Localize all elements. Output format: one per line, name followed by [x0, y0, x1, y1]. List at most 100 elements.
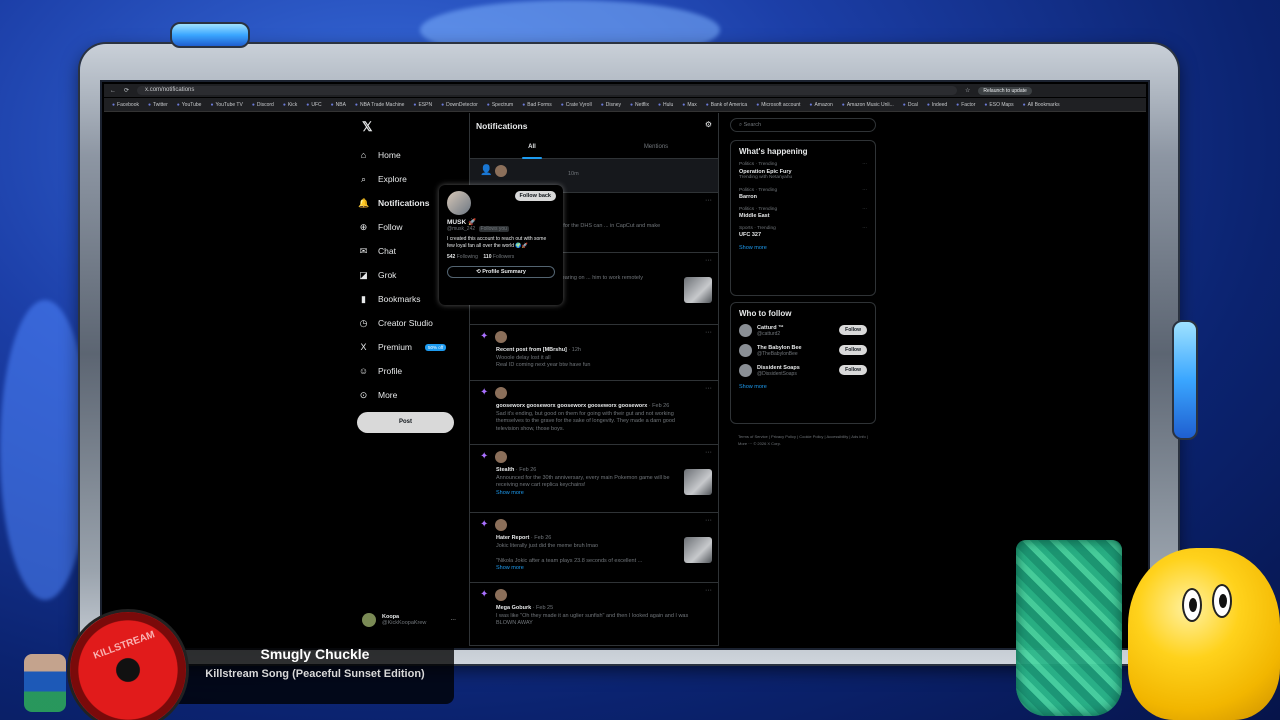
show-more-link[interactable]: Show more [739, 384, 867, 390]
reload-icon[interactable]: ⟳ [124, 87, 129, 94]
x-logo-icon[interactable]: 𝕏 [362, 119, 372, 135]
bookmark-item[interactable]: Facebook [112, 102, 139, 108]
more-icon[interactable]: ··· [705, 587, 712, 594]
more-icon[interactable]: ··· [862, 162, 867, 169]
bookmark-item[interactable]: Amazon [809, 102, 832, 108]
notification-item[interactable]: ✦ ··· gooseworx gooseworx gooseworx goosew… [470, 381, 718, 445]
sidebar-item-creator-studio[interactable]: ◷ Creator Studio [358, 311, 478, 335]
suggestion-name[interactable]: The Babylon Bee [757, 345, 802, 351]
notification-item[interactable]: ✦ ··· Stealth · Feb 26 Announced for the 30… [470, 445, 718, 513]
bookmark-item[interactable]: Kick [283, 102, 297, 108]
media-thumbnail[interactable] [684, 469, 712, 495]
show-more-link[interactable]: Show more [496, 565, 696, 573]
follow-suggestion[interactable]: Catturd ™ @catturd2 Follow [739, 324, 867, 337]
bookmark-item[interactable]: Disney [601, 102, 621, 108]
notification-author[interactable]: Stealth [496, 467, 514, 473]
avatar[interactable] [739, 344, 752, 357]
follow-button[interactable]: Follow [839, 345, 867, 355]
bookmark-item[interactable]: Spectrum [487, 102, 513, 108]
bookmark-item[interactable]: Crate Vyroll [561, 102, 592, 108]
trend-item[interactable]: Sports · Trending UFC 327 ··· [739, 226, 867, 239]
bookmark-item[interactable]: UFC [306, 102, 321, 108]
footer-links[interactable]: Terms of Service | Privacy Policy | Cook… [738, 433, 878, 447]
follow-suggestion[interactable]: The Babylon Bee @TheBabylonBee Follow [739, 344, 867, 357]
notification-item[interactable]: ✦ ··· Mega Goburk · Feb 25 I was like "Oh t… [470, 583, 718, 646]
bookmark-item[interactable]: Netflix [630, 102, 649, 108]
more-icon[interactable]: ··· [705, 257, 712, 264]
notification-author[interactable]: Mega Goburk [496, 605, 531, 611]
notification-author[interactable]: gooseworx gooseworx gooseworx gooseworx … [496, 403, 647, 409]
bookmark-item[interactable]: Bank of America [706, 102, 747, 108]
bookmark-item[interactable]: YouTube TV [210, 102, 242, 108]
follow-back-button[interactable]: Follow back [514, 191, 556, 201]
bookmark-item[interactable]: ESO Maps [984, 102, 1013, 108]
avatar[interactable] [739, 364, 752, 377]
follow-button[interactable]: Follow [839, 365, 867, 375]
bookmark-item[interactable]: DownDetector [441, 102, 478, 108]
more-icon[interactable]: ··· [705, 197, 712, 204]
avatar[interactable] [447, 191, 471, 215]
suggestion-name[interactable]: Catturd ™ [757, 325, 784, 331]
notification-author[interactable]: Hater Report [496, 535, 529, 541]
sidebar-item-profile[interactable]: ☺ Profile [358, 359, 478, 383]
notification-author[interactable]: Recent post from [MBrshu] [496, 347, 567, 353]
avatar[interactable] [739, 324, 752, 337]
show-more-link[interactable]: Show more [739, 245, 867, 251]
bookmark-item[interactable]: Twitter [148, 102, 168, 108]
post-button[interactable]: Post [357, 412, 454, 433]
more-icon[interactable]: ··· [862, 207, 867, 214]
tab-mentions[interactable]: Mentions [594, 139, 718, 158]
suggestion-name[interactable]: Dissident Soaps [757, 365, 800, 371]
follow-suggestion[interactable]: Dissident Soaps @DissidentSoaps Follow [739, 364, 867, 377]
trend-item[interactable]: Politics · Trending Barron ··· [739, 188, 867, 201]
sidebar-item-more[interactable]: ⊙ More [358, 383, 478, 407]
follow-button[interactable]: Follow [839, 325, 867, 335]
avatar[interactable] [495, 165, 507, 177]
gear-icon[interactable]: ⚙ [705, 120, 712, 129]
back-icon[interactable]: ← [110, 88, 116, 94]
more-icon[interactable]: ··· [705, 449, 712, 456]
more-icon[interactable]: ··· [862, 188, 867, 195]
trend-item[interactable]: Politics · Trending Middle East ··· [739, 207, 867, 220]
media-thumbnail[interactable] [684, 277, 712, 303]
notification-item[interactable]: ✦ ··· Hater Report · Feb 26 Jokic literally… [470, 513, 718, 583]
bookmark-item[interactable]: Indeed [927, 102, 947, 108]
sidebar-item-home[interactable]: ⌂ Home [358, 143, 478, 167]
address-bar[interactable]: x.com/notifications [137, 86, 958, 95]
bookmark-item[interactable]: Discord [252, 102, 274, 108]
bookmark-item[interactable]: ESPN [413, 102, 432, 108]
avatar[interactable] [495, 589, 507, 601]
followers-count[interactable]: 110 [483, 254, 491, 260]
bookmark-item[interactable]: Microsoft account [756, 102, 800, 108]
more-icon[interactable]: ··· [705, 385, 712, 392]
bookmark-item[interactable]: YouTube [177, 102, 202, 108]
notification-item[interactable]: ✦ ··· Recent post from [MBrshu] · 12h Woool… [470, 325, 718, 381]
bookmark-item[interactable]: NBA Trade Machine [355, 102, 404, 108]
more-icon[interactable]: ··· [705, 517, 712, 524]
bookmark-item[interactable]: Max [682, 102, 696, 108]
account-switcher[interactable]: Koopa @KickKoopaKrew ··· [362, 613, 456, 627]
bookmark-item[interactable]: Factor [956, 102, 975, 108]
avatar[interactable] [495, 451, 507, 463]
profile-summary-button[interactable]: ⟲ Profile Summary [447, 266, 555, 278]
show-more-link[interactable]: Show more [496, 490, 696, 498]
trend-item[interactable]: Politics · Trending Operation Epic Fury Tr… [739, 162, 867, 182]
more-icon[interactable]: ··· [450, 617, 456, 623]
following-count[interactable]: 542 [447, 254, 455, 260]
search-input[interactable]: ⌕ Search [730, 118, 876, 132]
sidebar-item-premium[interactable]: X Premium 50% off [358, 335, 478, 359]
avatar[interactable] [495, 519, 507, 531]
bookmark-item[interactable]: NBA [331, 102, 346, 108]
bookmark-item[interactable]: All Bookmarks [1023, 102, 1060, 108]
bookmark-item[interactable]: Bad Forms [522, 102, 551, 108]
bookmark-item[interactable]: Amazon Music Unli... [842, 102, 894, 108]
bookmark-item[interactable]: Dcal [903, 102, 918, 108]
profile-name[interactable]: MUSK 🚀 [447, 218, 555, 226]
avatar[interactable] [495, 331, 507, 343]
avatar[interactable] [495, 387, 507, 399]
relaunch-button[interactable]: Relaunch to update [978, 86, 1032, 95]
more-icon[interactable]: ··· [705, 329, 712, 336]
star-icon[interactable]: ☆ [965, 87, 970, 94]
media-thumbnail[interactable] [684, 537, 712, 563]
tab-all[interactable]: All [470, 139, 594, 159]
